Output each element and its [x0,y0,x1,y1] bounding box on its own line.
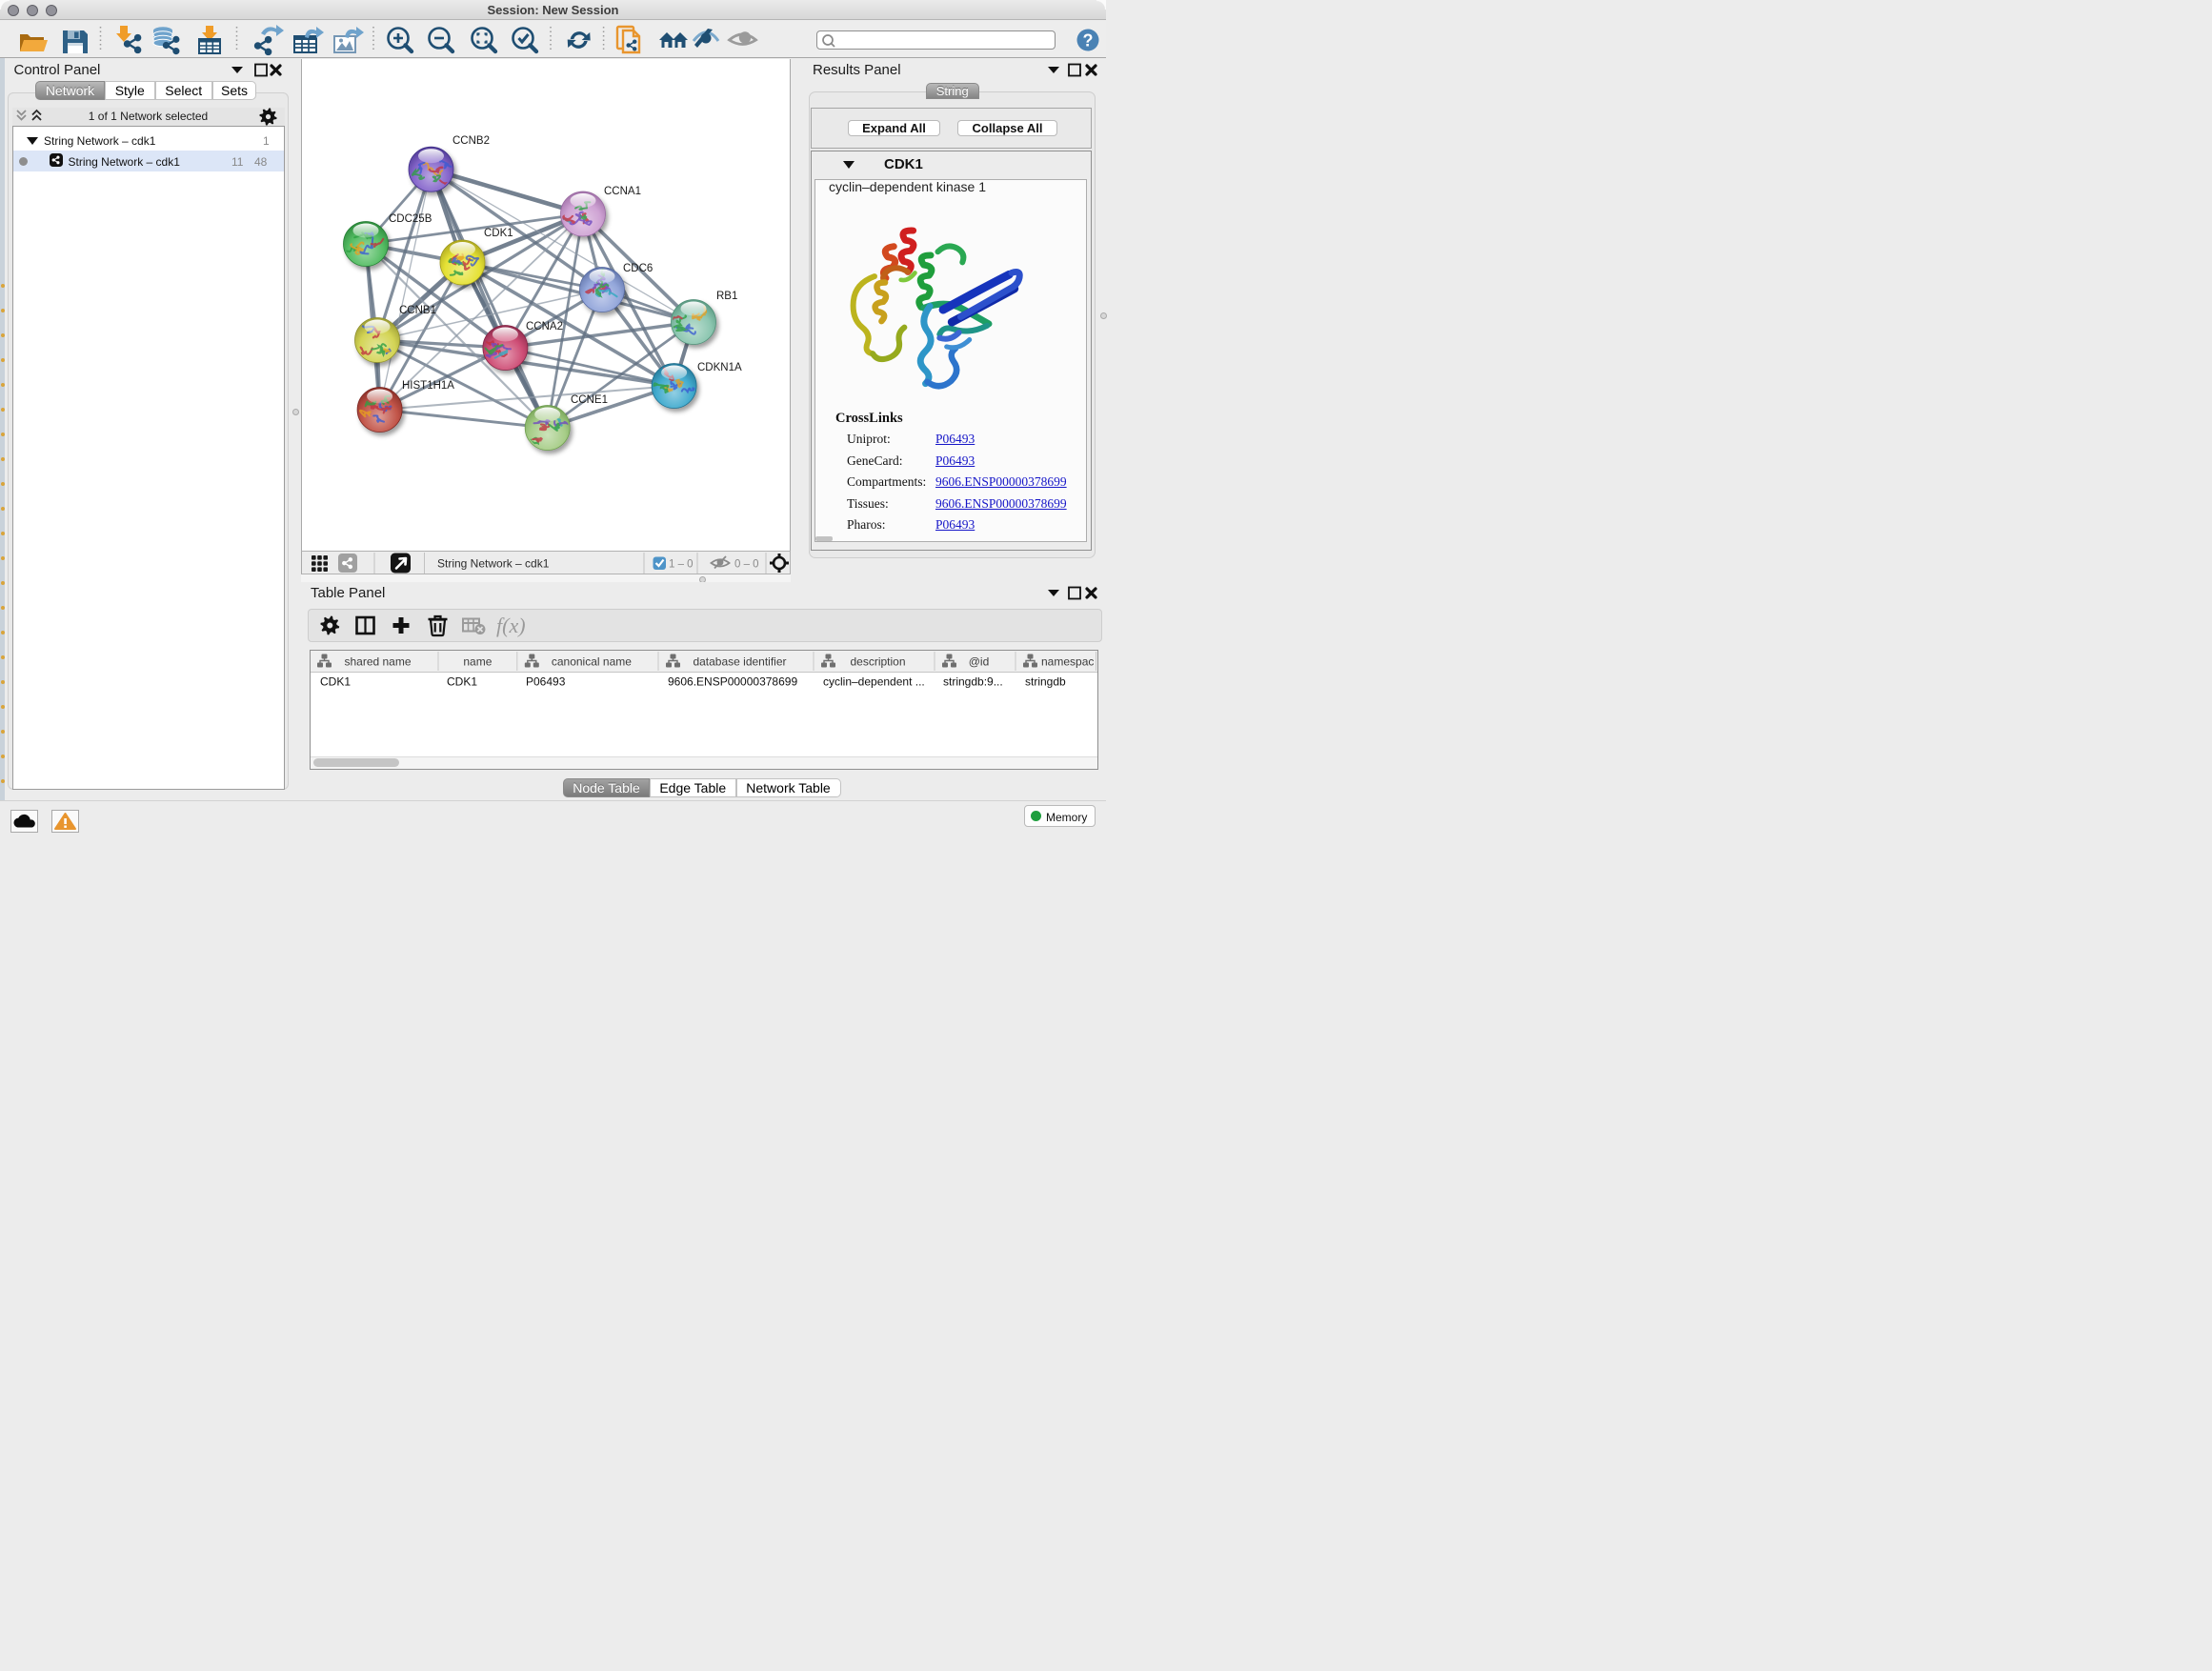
svg-text:CDC25B: CDC25B [389,213,432,225]
svg-text:stringdb: stringdb [1025,675,1066,689]
svg-text:9606.ENSP00000378699: 9606.ENSP00000378699 [668,675,797,689]
svg-text:CCNA2: CCNA2 [526,321,563,332]
svg-text:name: name [463,655,492,669]
svg-text:CDK1: CDK1 [447,675,477,689]
svg-text:CDC6: CDC6 [623,263,653,274]
svg-text:1 – 0: 1 – 0 [669,559,694,571]
svg-text:?: ? [1083,31,1094,50]
svg-text:CCNE1: CCNE1 [571,394,608,406]
svg-text:String Network – cdk1: String Network – cdk1 [437,557,550,571]
svg-text:CCNA1: CCNA1 [604,186,641,197]
svg-text:CDK1: CDK1 [484,228,513,239]
svg-text:RB1: RB1 [716,291,737,302]
svg-text:namespac: namespac [1041,655,1094,669]
svg-text:0 – 0: 0 – 0 [734,559,759,571]
svg-text:CCNB2: CCNB2 [452,135,490,147]
svg-text:description: description [850,655,905,669]
svg-text:cyclin–dependent ...: cyclin–dependent ... [823,675,925,689]
svg-text:CCNB1: CCNB1 [399,305,436,316]
svg-text:HIST1H1A: HIST1H1A [402,380,454,392]
svg-text:f(x): f(x) [496,614,526,637]
svg-text:P06493: P06493 [526,675,566,689]
svg-text:CDK1: CDK1 [320,675,351,689]
svg-text:database identifier: database identifier [693,655,786,669]
svg-text:shared name: shared name [344,655,411,669]
svg-text:CDKN1A: CDKN1A [697,362,742,373]
svg-text:canonical name: canonical name [552,655,632,669]
svg-text:stringdb:9...: stringdb:9... [943,675,1003,689]
svg-text:@id: @id [969,655,990,669]
